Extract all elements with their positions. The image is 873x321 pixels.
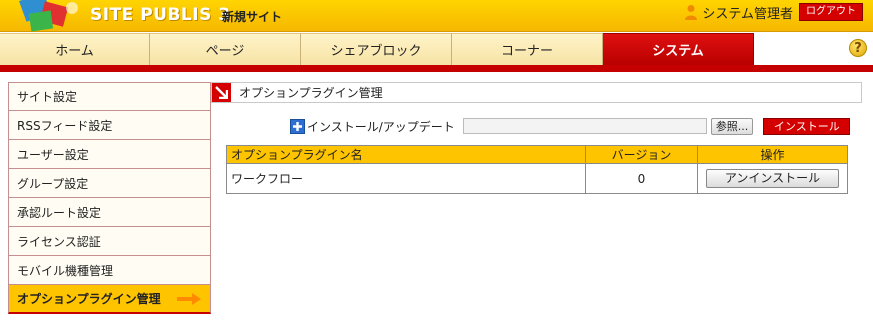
tab-corner[interactable]: コーナー	[452, 33, 603, 65]
user-name: システム管理者	[702, 6, 793, 22]
table-header-row: オプションプラグイン名 バージョン 操作	[226, 145, 848, 164]
app-logo[interactable]: SITE PUBLIS 3	[90, 5, 231, 25]
sidebar-item-rss-feed[interactable]: RSSフィード設定	[8, 111, 211, 140]
column-header-version: バージョン	[585, 145, 698, 164]
plugin-version-cell: 0	[585, 163, 698, 194]
tab-share-block[interactable]: シェアブロック	[301, 33, 452, 65]
add-plugin-icon	[290, 118, 305, 134]
uninstall-button[interactable]: アンインストール	[706, 169, 839, 188]
install-row: インストール/アップデート 参照... インストール	[290, 116, 851, 136]
nav-divider	[0, 65, 873, 72]
install-update-label: インストール/アップデート	[307, 119, 455, 134]
sidebar: サイト設定 RSSフィード設定 ユーザー設定 グループ設定 承認ルート設定 ライ…	[8, 82, 211, 314]
plugin-file-input[interactable]	[462, 118, 707, 134]
site-name: 新規サイト	[222, 10, 283, 24]
install-button[interactable]: インストール	[763, 117, 851, 135]
sidebar-item-site-settings[interactable]: サイト設定	[8, 82, 211, 111]
tab-home[interactable]: ホーム	[0, 33, 150, 65]
plugin-actions-cell: アンインストール	[697, 163, 848, 194]
sidebar-item-label: オプションプラグイン管理	[17, 292, 161, 306]
logo-graphic-icon	[19, 0, 78, 32]
tab-page[interactable]: ページ	[150, 33, 301, 65]
plugin-table: オプションプラグイン名 バージョン 操作 ワークフロー 0 アンインストール	[226, 145, 848, 194]
sidebar-item-option-plugins[interactable]: オプションプラグイン管理	[8, 285, 211, 314]
arrow-right-icon	[177, 292, 201, 305]
user-icon	[685, 5, 698, 20]
sidebar-item-approval-route[interactable]: 承認ルート設定	[8, 198, 211, 227]
app-header: SITE PUBLIS 3 新規サイト システム管理者 ログアウト	[0, 0, 873, 32]
panel-header: オプションプラグイン管理	[211, 82, 862, 103]
help-icon[interactable]: ?	[849, 39, 867, 57]
sidebar-item-user-settings[interactable]: ユーザー設定	[8, 140, 211, 169]
tab-system[interactable]: システム	[603, 33, 754, 65]
page-title: オプションプラグイン管理	[239, 86, 383, 100]
main-nav: ホーム ページ シェアブロック コーナー システム ?	[0, 33, 873, 65]
browse-button[interactable]: 参照...	[710, 117, 754, 135]
column-header-plugin-name: オプションプラグイン名	[226, 145, 586, 164]
section-arrow-icon	[212, 83, 231, 102]
user-area: システム管理者 ログアウト	[684, 3, 863, 22]
plugin-name-cell: ワークフロー	[226, 163, 586, 194]
sidebar-item-group-settings[interactable]: グループ設定	[8, 169, 211, 198]
column-header-actions: 操作	[697, 145, 848, 164]
sidebar-item-mobile-devices[interactable]: モバイル機種管理	[8, 256, 211, 285]
logout-button[interactable]: ログアウト	[799, 3, 863, 21]
sidebar-item-license[interactable]: ライセンス認証	[8, 227, 211, 256]
table-row: ワークフロー 0 アンインストール	[226, 163, 848, 194]
